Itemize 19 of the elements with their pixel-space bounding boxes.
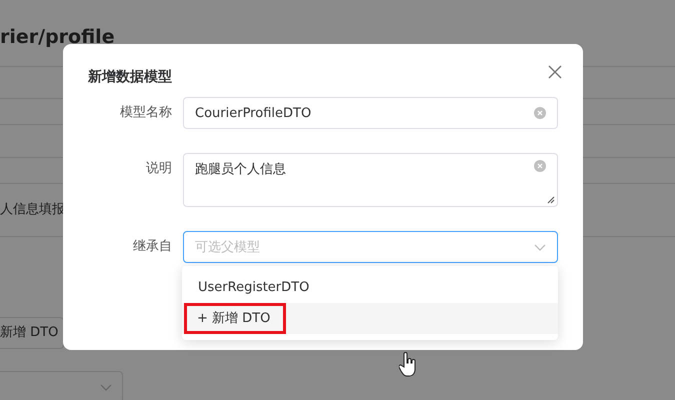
dropdown-option[interactable]: UserRegisterDTO <box>182 272 558 303</box>
name-input[interactable]: CourierProfileDTO <box>183 97 558 129</box>
hand-cursor-icon <box>399 352 417 378</box>
description-textarea[interactable]: 跑腿员个人信息 <box>183 153 558 207</box>
field-label: 说明 <box>146 161 172 176</box>
page-title: rier/profile <box>0 25 116 50</box>
chevron-down-icon <box>100 384 112 390</box>
resize-handle-icon[interactable] <box>547 196 555 204</box>
chevron-down-icon <box>534 244 546 250</box>
select-field[interactable] <box>0 371 123 400</box>
close-icon[interactable] <box>548 65 562 79</box>
field-label: 模型名称 <box>120 105 172 120</box>
clear-icon[interactable] <box>534 107 546 119</box>
dropdown-option[interactable]: + 新增 DTO <box>182 303 558 334</box>
dialog-title: 新增数据模型 <box>88 68 172 87</box>
highlight-box[interactable]: + 新增 DTO <box>184 303 286 334</box>
clear-icon[interactable] <box>534 160 546 172</box>
field-label: 继承自 <box>133 239 172 254</box>
add-dto-button[interactable]: 新增 DTO <box>0 317 64 349</box>
